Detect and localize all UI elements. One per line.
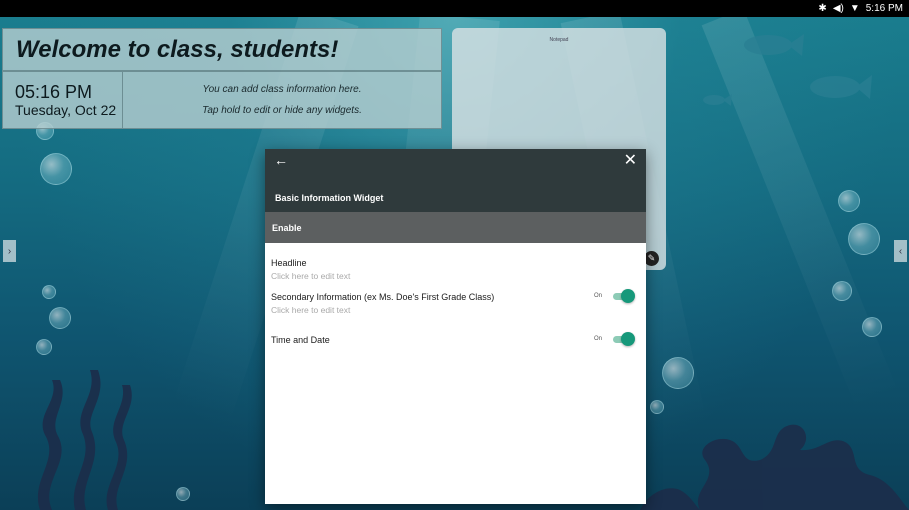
secondary-line-1: You can add class information here. [202,84,362,95]
status-bar: ✱ ◀) ▼ 5:16 PM [0,0,909,17]
enable-section-header: Enable [265,212,646,243]
fish-icon [810,75,872,99]
setting-label: Headline [271,258,307,268]
setting-time-and-date[interactable]: Time and Date On [265,332,646,346]
clock-time: 05:16 PM [15,82,93,102]
headline-widget[interactable]: Welcome to class, students! [2,28,442,71]
volume-icon: ◀) [832,2,844,14]
arrow-left-icon[interactable]: ← [274,152,288,168]
status-time: 5:16 PM [865,3,903,14]
setting-label: Time and Date [271,335,330,345]
edit-text-link[interactable]: Click here to edit text [271,305,646,315]
wifi-icon: ▼ [849,2,860,14]
fish-icon [744,34,804,56]
pencil-icon[interactable]: ✎ [644,251,659,266]
clock-date: Tuesday, Oct 22 [15,102,117,118]
dialog-header: ← ✕ Basic Information Widget [265,149,646,212]
notepad-title: Notepad [549,37,569,43]
setting-secondary-information[interactable]: Secondary Information (ex Ms. Doe's Firs… [265,289,646,315]
toggle-switch[interactable] [613,332,635,346]
toggle-state-label: On [593,293,602,299]
dialog-title: Basic Information Widget [275,193,384,203]
info-row: 05:16 PM Tuesday, Oct 22 You can add cla… [2,71,442,129]
setting-label: Secondary Information (ex Ms. Doe's Firs… [271,292,495,302]
edit-text-link[interactable]: Click here to edit text [271,271,646,281]
fish-icon [703,94,732,106]
time-date-toggle[interactable]: On [594,332,635,346]
toggle-switch[interactable] [613,289,635,303]
chevron-left-icon[interactable]: ‹ [894,240,907,262]
clock-widget[interactable]: 05:16 PM Tuesday, Oct 22 [2,71,123,129]
widget-settings-dialog: ← ✕ Basic Information Widget Enable Head… [265,149,646,504]
secondary-info-toggle[interactable]: On [594,289,635,303]
chevron-right-icon[interactable]: › [3,240,16,262]
bluetooth-icon: ✱ [818,2,827,14]
secondary-line-2: Tap hold to edit or hide any widgets. [202,105,362,116]
toggle-state-label: On [593,336,602,342]
close-icon[interactable]: ✕ [624,150,637,170]
setting-headline[interactable]: Headline Click here to edit text [265,258,646,281]
secondary-info-widget[interactable]: You can add class information here. Tap … [123,71,442,129]
headline-text: Welcome to class, students! [16,35,339,63]
